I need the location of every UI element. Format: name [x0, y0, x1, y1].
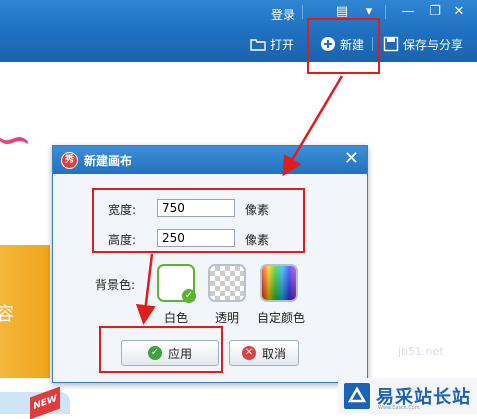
watermark-text: jb51.net: [398, 345, 444, 358]
brand-logo: 易采站长站 Www.Easck.Com: [338, 378, 477, 414]
brand-mark-icon: [344, 383, 370, 409]
brand-url: Www.Easck.Com: [378, 405, 420, 411]
